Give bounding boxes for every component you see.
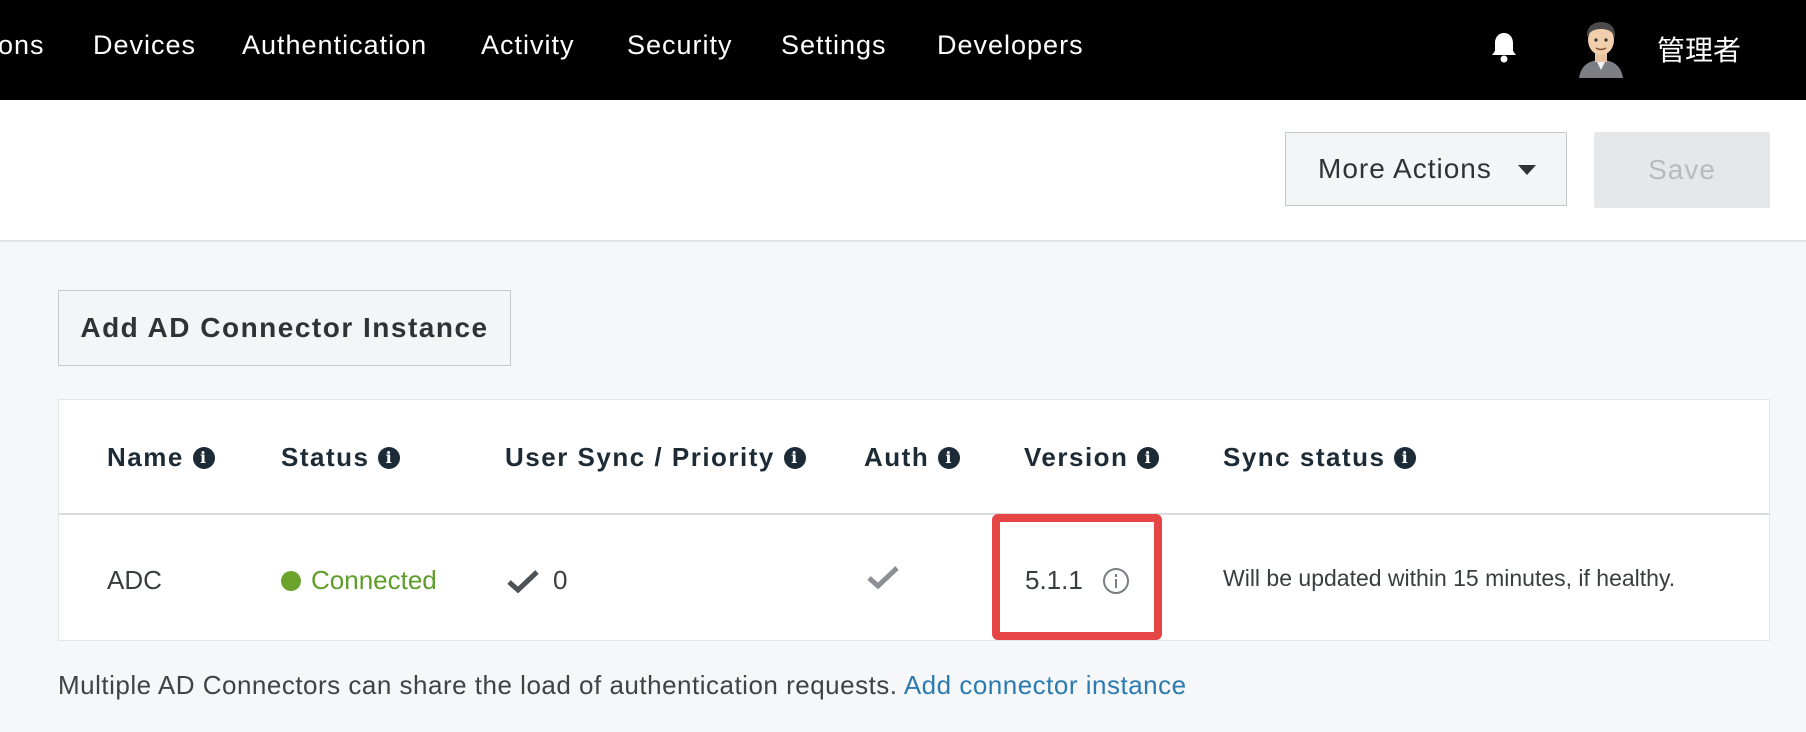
username[interactable]: 管理者 xyxy=(1657,29,1741,69)
cell-version: 5.1.1 xyxy=(1025,565,1129,596)
info-icon[interactable]: i xyxy=(1394,446,1417,469)
nav-item-applications[interactable]: ons xyxy=(0,30,45,61)
info-icon[interactable]: i xyxy=(378,446,401,469)
save-button[interactable]: Save xyxy=(1594,132,1770,208)
connector-table: Name i Status i User Sync / Priority i A… xyxy=(58,399,1770,641)
check-icon xyxy=(507,569,539,593)
info-icon[interactable]: i xyxy=(1137,446,1160,469)
footer-text: Multiple AD Connectors can share the loa… xyxy=(58,670,898,700)
footer-note: Multiple AD Connectors can share the loa… xyxy=(58,670,1187,701)
column-header-status: Status i xyxy=(281,442,401,473)
status-text: Connected xyxy=(311,565,437,595)
top-nav: ons Devices Authentication Activity Secu… xyxy=(0,0,1806,100)
version-value: 5.1.1 xyxy=(1025,565,1083,595)
column-header-label: Status xyxy=(281,442,370,472)
more-actions-label: More Actions xyxy=(1318,153,1492,184)
cell-sync-status: Will be updated within 15 minutes, if he… xyxy=(1223,565,1676,591)
column-header-name: Name i xyxy=(107,442,215,473)
cell-auth xyxy=(867,565,913,589)
bell-icon[interactable] xyxy=(1490,31,1518,63)
nav-item-developers[interactable]: Developers xyxy=(937,30,1084,61)
status-dot-icon xyxy=(281,570,301,591)
nav-item-activity[interactable]: Activity xyxy=(481,30,575,61)
more-actions-button[interactable]: More Actions xyxy=(1285,132,1567,206)
info-circle-icon[interactable] xyxy=(1102,567,1129,594)
column-header-label: User Sync / Priority xyxy=(505,442,775,472)
priority-value: 0 xyxy=(553,565,568,595)
column-header-version: Version i xyxy=(1024,442,1160,473)
column-header-label: Auth xyxy=(864,442,930,472)
check-icon xyxy=(867,566,899,589)
column-header-user-sync-priority: User Sync / Priority i xyxy=(505,442,806,473)
cell-status: Connected xyxy=(281,565,437,596)
column-header-sync-status: Sync status i xyxy=(1223,442,1417,473)
caret-down-icon xyxy=(1518,165,1536,175)
nav-item-authentication[interactable]: Authentication xyxy=(242,30,427,61)
info-icon[interactable]: i xyxy=(783,446,806,469)
add-connector-instance-button[interactable]: Add AD Connector Instance xyxy=(58,290,511,366)
info-icon[interactable]: i xyxy=(938,446,961,469)
cell-name[interactable]: ADC xyxy=(107,565,162,596)
column-header-label: Version xyxy=(1024,442,1129,472)
nav-item-settings[interactable]: Settings xyxy=(781,30,887,61)
cell-user-sync-priority: 0 xyxy=(507,565,567,596)
nav-item-devices[interactable]: Devices xyxy=(93,30,196,61)
column-header-auth: Auth i xyxy=(864,442,961,473)
avatar[interactable] xyxy=(1576,18,1626,78)
column-header-label: Name xyxy=(107,442,184,472)
header-divider xyxy=(59,513,1769,515)
info-icon[interactable]: i xyxy=(192,446,215,469)
nav-item-security[interactable]: Security xyxy=(627,30,733,61)
add-connector-instance-link[interactable]: Add connector instance xyxy=(904,670,1187,700)
column-header-label: Sync status xyxy=(1223,442,1386,472)
